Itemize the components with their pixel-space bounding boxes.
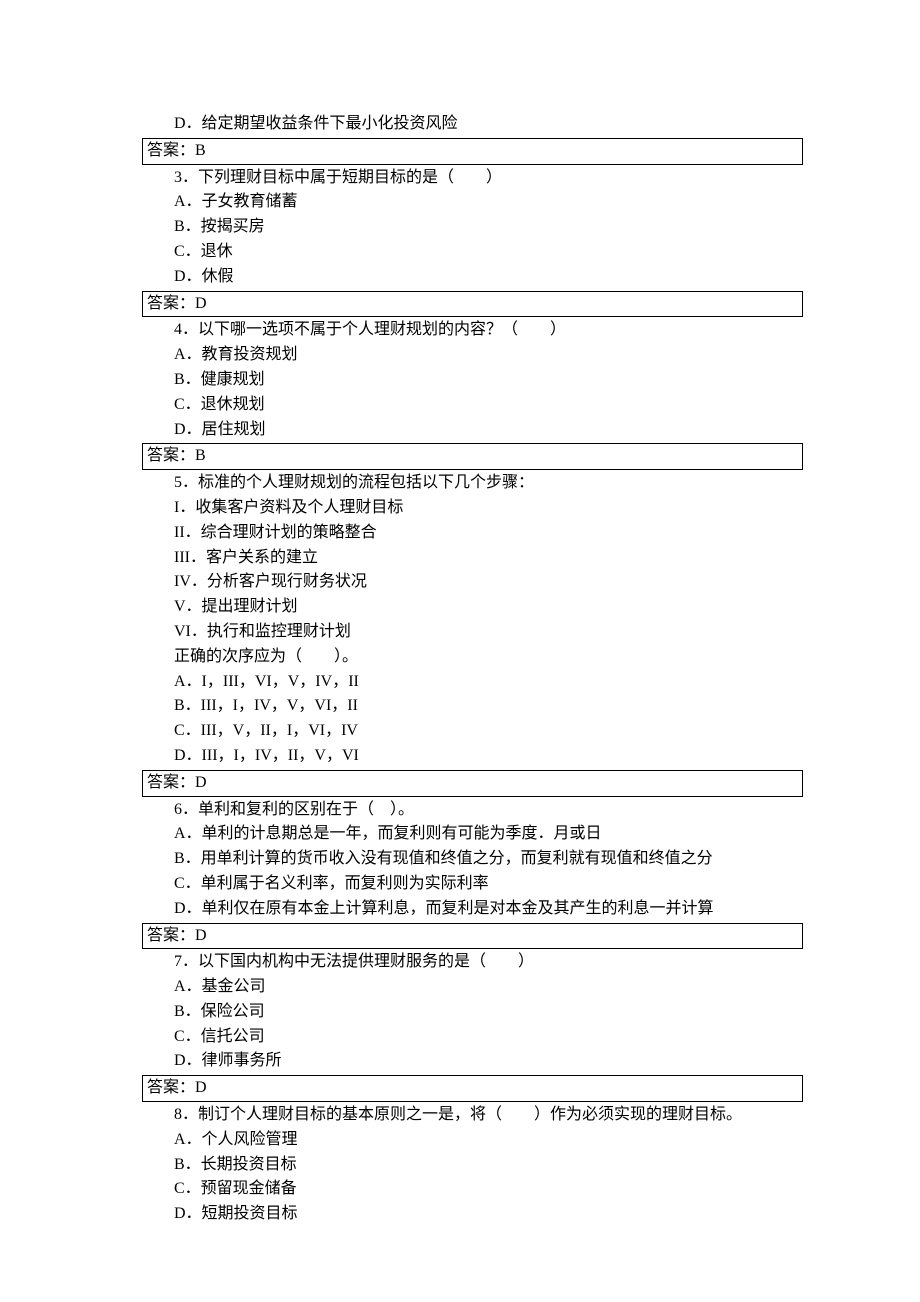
step-text: IV．分析客户现行财务状况: [142, 570, 803, 595]
option-text: A．基金公司: [142, 975, 803, 1000]
answer-text: 答案：B: [147, 142, 206, 159]
option-text: C．III，V，II，I，VI，IV: [142, 719, 803, 744]
step-text: I．收集客户资料及个人理财目标: [142, 496, 803, 521]
step-text: VI．执行和监控理财计划: [142, 620, 803, 645]
option-text: D．居住规划: [142, 418, 803, 443]
option-text: C．退休规划: [142, 393, 803, 418]
question-text: 8．制订个人理财目标的基本原则之一是，将（ ）作为必须实现的理财目标。: [142, 1103, 803, 1128]
document-page: D．给定期望收益条件下最小化投资风险 答案：B 3．下列理财目标中属于短期目标的…: [0, 0, 920, 1287]
option-text: D．休假: [142, 265, 803, 290]
answer-box: 答案：D: [142, 770, 803, 797]
option-text: B．保险公司: [142, 1000, 803, 1025]
answer-text: 答案：D: [147, 774, 207, 791]
option-text: D．律师事务所: [142, 1049, 803, 1074]
question-text: 4．以下哪一选项不属于个人理财规划的内容？（ ）: [142, 318, 803, 343]
prompt-text: 正确的次序应为（ ）。: [142, 645, 803, 670]
option-text: B．健康规划: [142, 368, 803, 393]
answer-text: 答案：D: [147, 295, 207, 312]
option-text: B．III，I，IV，V，VI，II: [142, 694, 803, 719]
step-text: V．提出理财计划: [142, 595, 803, 620]
answer-text: 答案：B: [147, 447, 206, 464]
option-text: D．短期投资目标: [142, 1202, 803, 1227]
option-text: A．教育投资规划: [142, 343, 803, 368]
answer-text: 答案：D: [147, 1079, 207, 1096]
option-text: A．个人风险管理: [142, 1128, 803, 1153]
option-text: C．预留现金储备: [142, 1177, 803, 1202]
option-text: C．信托公司: [142, 1025, 803, 1050]
option-text: D．单利仅在原有本金上计算利息，而复利是对本金及其产生的利息一并计算: [142, 897, 803, 922]
answer-box: 答案：B: [142, 138, 803, 165]
option-text: D．给定期望收益条件下最小化投资风险: [142, 112, 803, 137]
step-text: III．客户关系的建立: [142, 546, 803, 571]
option-text: C．单利属于名义利率，而复利则为实际利率: [142, 872, 803, 897]
option-text: A．单利的计息期总是一年，而复利则有可能为季度．月或日: [142, 822, 803, 847]
question-text: 6．单利和复利的区别在于（ ）。: [142, 798, 803, 823]
option-text: A．子女教育储蓄: [142, 190, 803, 215]
option-text: D．III，I，IV，II，V，VI: [142, 744, 803, 769]
question-text: 7．以下国内机构中无法提供理财服务的是（ ）: [142, 950, 803, 975]
answer-box: 答案：B: [142, 443, 803, 470]
question-text: 3．下列理财目标中属于短期目标的是（ ）: [142, 166, 803, 191]
answer-box: 答案：D: [142, 1075, 803, 1102]
question-text: 5．标准的个人理财规划的流程包括以下几个步骤：: [142, 471, 803, 496]
option-text: C．退休: [142, 240, 803, 265]
option-text: B．用单利计算的货币收入没有现值和终值之分，而复利就有现值和终值之分: [142, 847, 803, 872]
option-text: B．按揭买房: [142, 215, 803, 240]
answer-text: 答案：D: [147, 927, 207, 944]
answer-box: 答案：D: [142, 291, 803, 318]
answer-box: 答案：D: [142, 923, 803, 950]
option-text: B．长期投资目标: [142, 1153, 803, 1178]
option-text: A．I，III，VI，V，IV，II: [142, 670, 803, 695]
step-text: II．综合理财计划的策略整合: [142, 521, 803, 546]
